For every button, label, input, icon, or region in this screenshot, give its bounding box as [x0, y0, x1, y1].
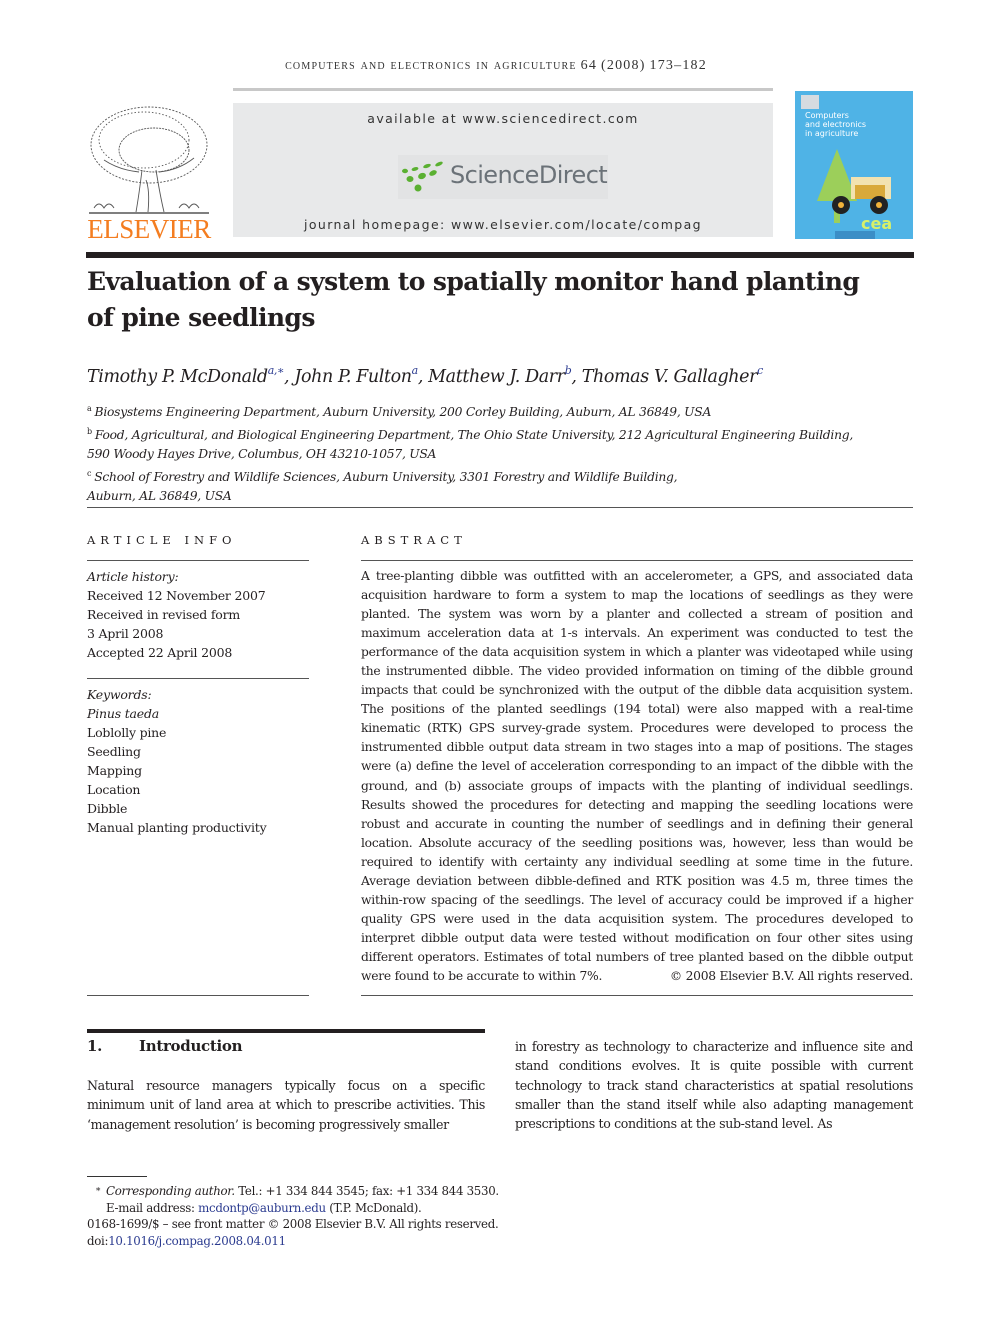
keyword-item: Dibble [87, 801, 128, 816]
sciencedirect-wordmark: ScienceDirect [450, 161, 608, 189]
abstract-text: A tree-planting dibble was outfitted wit… [361, 569, 913, 983]
footnotes: ∗ Corresponding author. Tel.: +1 334 844 … [87, 1183, 499, 1249]
history-item: Accepted 22 April 2008 [87, 645, 233, 660]
author-affiliation-link[interactable]: b [565, 364, 572, 377]
author-affiliation-link[interactable]: a [412, 364, 419, 377]
author-name: Matthew J. Darr [428, 367, 565, 387]
article-history: Article history: Received 12 November 20… [87, 567, 309, 662]
article-info-bottom-divider [87, 995, 309, 996]
author-name: Thomas V. Gallagher [581, 367, 758, 387]
header-divider [233, 88, 773, 91]
doi-link[interactable]: 10.1016/j.compag.2008.04.011 [108, 1234, 286, 1248]
keyword-item: Manual planting productivity [87, 820, 267, 835]
keyword-item: Seedling [87, 744, 141, 759]
affiliations-divider [87, 507, 913, 508]
article-history-label: Article history: [87, 569, 179, 584]
history-item: 3 April 2008 [87, 626, 164, 641]
intro-paragraph-continued: in forestry as technology to characteriz… [515, 1039, 913, 1132]
title-divider [86, 252, 914, 258]
sciencedirect-banner: available at www.sciencedirect.com Scien… [233, 103, 773, 237]
journal-year: (2008) [601, 58, 646, 73]
keyword-item: Pinus taeda [87, 706, 160, 721]
abstract-divider [361, 560, 913, 561]
keywords-divider [87, 678, 309, 679]
author-affiliation-link[interactable]: a,∗ [268, 364, 285, 377]
author-list: Timothy P. McDonalda,∗, John P. Fultona,… [87, 364, 763, 387]
keyword-item: Loblolly pine [87, 725, 167, 740]
email-note: E-mail address: mcdontp@auburn.edu (T.P.… [106, 1200, 422, 1215]
section-divider [87, 1029, 485, 1033]
doi-note: doi:10.1016/j.compag.2008.04.011 [87, 1233, 286, 1248]
journal-volume: 64 [580, 58, 598, 73]
section-heading-introduction: 1. Introduction [87, 1037, 243, 1055]
author-name: Timothy P. McDonald [87, 367, 268, 387]
keywords-label: Keywords: [87, 687, 152, 702]
article-info-heading: ARTICLE INFO [87, 533, 237, 547]
affiliations: a Biosystems Engineering Department, Aubu… [87, 399, 853, 506]
affiliation-item: c School of Forestry and Wildlife Science… [87, 469, 678, 484]
affiliation-item: a Biosystems Engineering Department, Aubu… [87, 404, 712, 419]
abstract-bottom-divider [361, 995, 913, 996]
email-link[interactable]: mcdontp@auburn.edu [198, 1201, 326, 1215]
section-number: 1. [87, 1037, 103, 1055]
cover-tree-tractor-illustration: cea [817, 149, 892, 239]
keyword-item: Location [87, 782, 141, 797]
abstract-heading: ABSTRACT [361, 533, 467, 547]
sciencedirect-logo[interactable]: ScienceDirect [398, 155, 608, 199]
history-item: Received in revised form [87, 607, 241, 622]
cover-title: Computers and electronics in agriculture [805, 111, 867, 138]
keyword-item: Mapping [87, 763, 142, 778]
front-matter-note: 0168-1699/$ – see front matter © 2008 El… [87, 1217, 499, 1231]
affiliation-item: b Food, Agricultural, and Biological Engi… [87, 427, 854, 442]
affiliation-item-continued: 590 Woody Hayes Drive, Columbus, OH 4321… [87, 447, 437, 461]
journal-homepage-link[interactable]: journal homepage: www.elsevier.com/locat… [233, 217, 773, 232]
history-item: Received 12 November 2007 [87, 588, 266, 603]
cover-publisher-logo [801, 95, 819, 109]
author-affiliation-link[interactable]: c [757, 364, 763, 377]
affiliation-item-continued: Auburn, AL 36849, USA [87, 489, 232, 503]
sciencedirect-link[interactable]: available at www.sciencedirect.com [233, 111, 773, 126]
running-head: computers and electronics in agriculture… [0, 58, 992, 74]
elsevier-wordmark: ELSEVIER [87, 214, 211, 244]
journal-cover-image: Computers and electronics in agriculture… [795, 91, 913, 239]
author-name: John P. Fulton [294, 367, 412, 387]
sciencedirect-dots-icon [402, 161, 443, 192]
abstract-copyright: © 2008 Elsevier B.V. All rights reserved… [669, 969, 913, 983]
intro-paragraph: Natural resource managers typically focu… [87, 1078, 485, 1132]
journal-name: computers and electronics in agriculture [285, 58, 577, 73]
section-title: Introduction [139, 1037, 243, 1055]
corresponding-author-note: ∗ Corresponding author. Tel.: +1 334 844 … [95, 1184, 499, 1198]
footnote-divider [87, 1176, 147, 1177]
article-title: Evaluation of a system to spatially moni… [87, 267, 860, 332]
article-info-divider [87, 560, 309, 561]
journal-pages: 173–182 [649, 58, 707, 73]
keywords: Keywords: Pinus taeda Loblolly pine Seed… [87, 685, 309, 837]
cover-badge: cea [861, 214, 892, 233]
